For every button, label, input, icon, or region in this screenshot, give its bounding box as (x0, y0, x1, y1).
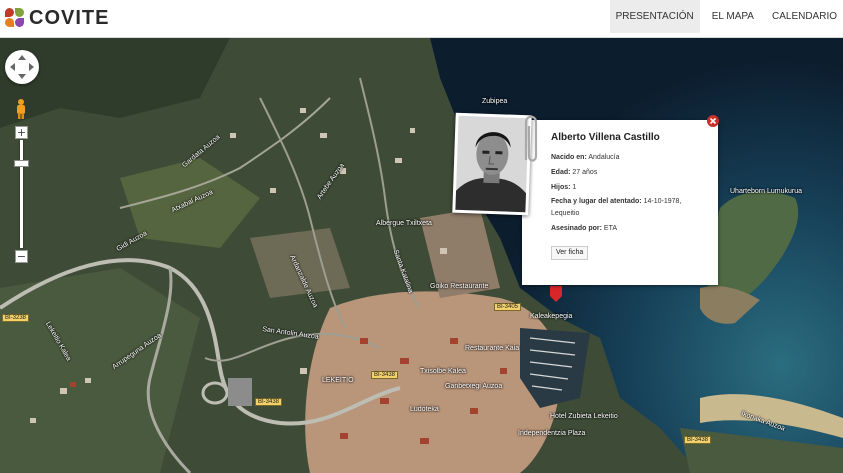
close-icon[interactable] (707, 115, 719, 127)
map-label-ludoteka: Ludoteka (410, 406, 439, 413)
nav-calendario[interactable]: CALENDARIO (766, 0, 843, 33)
field-age: Edad: 27 años (551, 169, 598, 176)
main-nav: PRESENTACIÓN EL MAPA CALENDARIO (609, 0, 843, 38)
map-label-albergue: Albergue Txiltxeta (376, 220, 432, 227)
field-children: Hijos: 1 (551, 184, 577, 191)
nav-presentacion[interactable]: PRESENTACIÓN (609, 0, 700, 33)
victim-info-popup: Alberto Villena Castillo Nacido en: Anda… (522, 120, 718, 285)
road-shield-bi3238: BI-3238 (2, 314, 30, 322)
map-label-restaurante-kaia: Restaurante Kaia (465, 345, 520, 352)
map-label-uharteborn: Uharteborn Lumukurua (730, 188, 802, 195)
map-label-kaleakepegia: Kaleakepegia (530, 313, 573, 320)
ver-ficha-button[interactable]: Ver ficha (551, 246, 589, 260)
field-born: Nacido en: Andalucía (551, 154, 620, 161)
field-killed-by: Asesinado por: ETA (551, 225, 618, 232)
road-shield-bi3438-a: BI-3438 (255, 398, 283, 406)
paperclip-icon (520, 110, 542, 170)
road-shield-bi3405: BI-3405 (494, 303, 522, 311)
logo-text: COVITE (29, 6, 110, 29)
covite-flower-icon (5, 8, 25, 28)
map-label-zubipea: Zubipea (482, 98, 508, 105)
pan-control[interactable] (5, 50, 39, 84)
map-label-ganbetxegi: Ganbetxegi Auzoa (445, 383, 503, 390)
zoom-in-button[interactable]: + (15, 126, 28, 139)
victim-name: Alberto Villena Castillo (551, 132, 660, 143)
road-shield-bi3438-c: BI-3438 (684, 436, 712, 444)
street-view-pegman-icon[interactable] (15, 98, 27, 120)
field-date-place: Fecha y lugar del atentado: 14-10-1978, … (551, 198, 682, 217)
map-label-txisolbe: Txisolbe Kalea (420, 368, 466, 375)
app-header: COVITE PRESENTACIÓN EL MAPA CALENDARIO (0, 0, 843, 38)
zoom-slider-thumb[interactable] (14, 160, 29, 167)
map-marker-icon[interactable] (550, 286, 562, 302)
map-label-lekeitio: LEKEITIO (322, 377, 354, 384)
zoom-slider-track[interactable] (20, 140, 23, 248)
map-label-goiko: Goiko Restaurante (430, 283, 489, 290)
covite-logo[interactable]: COVITE (5, 5, 109, 31)
zoom-out-button[interactable]: − (15, 250, 28, 263)
map-label-independentzia: Independentzia Plaza (518, 430, 586, 437)
nav-el-mapa[interactable]: EL MAPA (706, 0, 760, 33)
map-label-hotel: Hotel Zubieta Lekeitio (550, 413, 618, 420)
road-shield-bi3438-b: BI-3438 (371, 371, 399, 379)
